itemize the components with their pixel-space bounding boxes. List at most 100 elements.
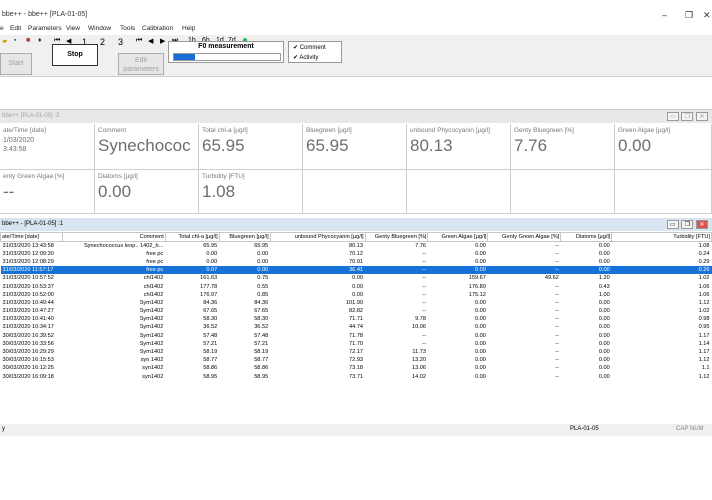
table-row[interactable]: 31/03/2020 12:09:30 free pc 0.00 0.00 70.12 -… [1, 250, 712, 258]
table-cell: 84.36 [254, 299, 269, 306]
column-header[interactable]: Genty Bluegreen [%] [364, 232, 429, 242]
cell-genty-bluegreen-label: Genty Bluegreen [%] [514, 127, 574, 134]
table-row[interactable]: 31/03/2020 10:53:37 chl1402 177.78 0.55 0.00… [1, 282, 712, 290]
table-cell: syn 1402 [140, 357, 164, 364]
table-body: 31/03/2020 13:43:58 Synechococcus leop.. … [0, 242, 712, 381]
table-cell: 0.98 [698, 316, 710, 323]
table-row[interactable]: 30/03/2020 16:15:53 syn 1402 58.77 58.77 72.… [1, 356, 712, 364]
table-cell: 13.20 [411, 357, 426, 364]
table-cell: 0.00 [598, 250, 610, 257]
table-cell: 31/03/2020 10:47:27 [2, 308, 54, 315]
table-cell: 0.00 [475, 258, 486, 265]
export-icon[interactable]: ■ [26, 37, 30, 44]
panel1-close-button[interactable]: ✕ [696, 112, 708, 121]
table-cell: 71.70 [349, 340, 364, 347]
table-cell: 0.07 [165, 266, 220, 275]
stop-button[interactable]: Stop [52, 44, 98, 66]
table-cell: 71.78 [349, 332, 364, 339]
table-row[interactable]: 31/03/2020 10:49:44 Sym1402 84.36 84.36 101.… [1, 299, 712, 307]
table-cell: -- [555, 242, 559, 249]
column-header[interactable]: Diatoms [µg/l] [560, 232, 613, 242]
table-row[interactable]: 31/03/2020 10:47:27 Sym1402 67.65 67.65 82.8… [1, 307, 712, 315]
table-row[interactable]: 31/03/2020 10:34:17 Sym1402 36.52 36.52 44.7… [1, 323, 712, 331]
table-cell: 0.00 [598, 357, 610, 364]
pin-icon[interactable]: ♦ [38, 37, 42, 44]
menu-tools[interactable]: Tools [120, 25, 135, 32]
menu-help[interactable]: Help [182, 25, 195, 32]
table-cell: 0.00 [352, 283, 364, 290]
history-title-bar: bbe++ - [PLA-01-05] :1 ▭ ❐ ✕ [0, 218, 712, 231]
cell-datetime-time: 3:43:58 [3, 146, 27, 153]
comment-checkbox[interactable]: ✔ Comment [293, 44, 326, 51]
first-record-icon[interactable]: ⏮ [136, 37, 142, 45]
history-window: bbe++ - [PLA-01-05] :1 ▭ ❐ ✕ ate/Time [d… [0, 218, 712, 416]
column-header[interactable]: Green Algae [µg/l] [427, 232, 489, 242]
panel2-minimize-button[interactable]: ▭ [666, 220, 679, 229]
table-cell: 72.93 [349, 357, 364, 364]
column-header[interactable]: Genty Green Algae [%] [487, 232, 562, 242]
column-header[interactable]: Turbidity [FTU] [611, 232, 712, 242]
table-cell: 31/03/2020 10:57:52 [2, 275, 54, 282]
panel2-close-button[interactable]: ✕ [696, 220, 708, 229]
table-row[interactable]: 30/03/2020 16:33:56 Sym1402 57.21 57.21 71.7… [1, 340, 712, 348]
table-row[interactable]: 31/03/2020 13:43:58 Synechococcus leop.. … [1, 242, 712, 250]
table-row[interactable]: 30/03/2020 16:29:29 Sym1402 58.19 58.19 72.1… [1, 348, 712, 356]
cell-total-chl-label: Total chl-a [µg/l] [202, 127, 248, 134]
panel1-minimize-button[interactable]: ▭ [666, 112, 679, 121]
activity-checkbox[interactable]: ✔ Activity [293, 54, 318, 61]
page-3-button[interactable]: 3 [118, 37, 123, 47]
cell-total-chl: Total chl-a [µg/l] 65.95 [199, 124, 303, 170]
table-row[interactable]: 31/03/2020 11:57:17 free pc 0.07 0.00 36.41-… [0, 266, 712, 275]
column-header[interactable]: Total chl-a [µg/l] [164, 232, 220, 242]
table-row[interactable]: 31/03/2020 12:08:29 free pc 0.00 0.00 70.91 -… [1, 258, 712, 266]
cell-genty-bluegreen: Genty Bluegreen [%] 7.76 [511, 124, 615, 170]
panel2-restore-button[interactable]: ❐ [681, 220, 694, 229]
table-cell: 30/03/2020 16:39:52 [2, 332, 54, 339]
close-button[interactable]: ✕ [703, 10, 711, 21]
table-cell: 0.75 [257, 275, 269, 282]
column-header[interactable]: ate/Time [date] [0, 232, 63, 242]
folder-open-icon[interactable]: ▰ [2, 37, 7, 45]
table-cell: 0.00 [475, 340, 486, 347]
maximize-button[interactable]: ❐ [685, 10, 693, 21]
cell-diatoms-label: Diatoms [µg/l] [98, 173, 138, 180]
table-row[interactable]: 31/03/2020 10:52:00 chl1402 176.97 0.85 0.00… [1, 291, 712, 299]
column-header[interactable]: Comment [61, 232, 166, 242]
table-row[interactable]: 31/03/2020 10:41:40 Sym1402 58.30 58.30 71.7… [1, 315, 712, 323]
table-cell: 0.00 [598, 340, 610, 347]
table-cell: 0.00 [475, 324, 486, 331]
window-title: bbe++ - bbe++ [PLA-01-05] [2, 11, 88, 18]
menu-edit[interactable]: Edit [10, 25, 21, 32]
prev-record-icon[interactable]: ◀ [148, 37, 153, 45]
menu-view[interactable]: View [66, 25, 80, 32]
page-2-button[interactable]: 2 [100, 37, 105, 47]
column-header[interactable]: Bluegreen [µg/l] [218, 232, 271, 242]
table-cell: 1.06 [698, 283, 710, 290]
cell-empty [615, 170, 712, 214]
minimize-button[interactable]: – [662, 10, 667, 20]
edit-parameters-button[interactable]: Edit parameters [118, 53, 164, 75]
table-cell: 0.00 [598, 332, 610, 339]
menu-parameters[interactable]: Parameters [28, 25, 62, 32]
menu-window[interactable]: Window [88, 25, 111, 32]
table-cell: syn1402 [142, 365, 164, 372]
table-cell: -- [555, 357, 559, 364]
panel1-restore-button[interactable]: ❐ [681, 112, 694, 121]
save-icon[interactable]: ▪ [14, 37, 16, 44]
menu-file[interactable]: e [0, 25, 4, 32]
cell-genty-green-label: enty Green Algae [%] [3, 173, 65, 180]
column-header[interactable]: unbound Phycocyanin [µg/l] [269, 232, 366, 242]
table-cell: 14.02 [411, 373, 426, 380]
cell-green-algae-value: 0.00 [618, 136, 652, 155]
table-row[interactable]: 30/03/2020 16:09:18 syn1402 58.95 58.95 73.7… [1, 373, 712, 381]
start-button[interactable]: Start [0, 53, 32, 75]
next-record-icon[interactable]: ▶ [160, 37, 165, 45]
table-row[interactable]: 30/03/2020 16:12:25 syn1402 58.86 58.86 73.1… [1, 364, 712, 372]
table-cell: 13.06 [411, 365, 426, 372]
table-cell: 0.00 [475, 373, 486, 380]
table-row[interactable]: 31/03/2020 10:57:52 chl1402 161.63 0.75 0.00… [1, 274, 712, 282]
table-cell: 0.85 [257, 291, 269, 298]
status-instrument: PLA-01-05 [570, 426, 599, 432]
menu-calibration[interactable]: Calibration [142, 25, 173, 32]
table-row[interactable]: 30/03/2020 16:39:52 Sym1402 57.48 57.48 71.7… [1, 332, 712, 340]
